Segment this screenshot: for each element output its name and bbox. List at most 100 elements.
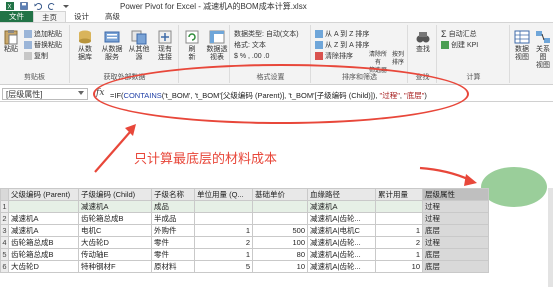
column-header-lineage[interactable]: 血缘路径 bbox=[307, 188, 376, 201]
cell-unit-qty[interactable] bbox=[194, 212, 253, 225]
cell-parent[interactable]: 齿轮箱总成B bbox=[8, 248, 79, 261]
column-header-level[interactable]: 层级属性 bbox=[422, 188, 489, 201]
cell-lineage[interactable]: 减速机A|齿轮... bbox=[307, 236, 376, 249]
cell-child[interactable]: 特种钢材F bbox=[78, 260, 152, 273]
tab-home[interactable]: 主页 bbox=[33, 11, 66, 22]
cell-child[interactable]: 大齿轮D bbox=[78, 236, 152, 249]
cell-unit-qty[interactable] bbox=[194, 200, 253, 213]
autosum-button[interactable]: Σ 自动汇总 bbox=[441, 29, 477, 39]
data-view-button[interactable]: 数据 视图 bbox=[512, 29, 532, 62]
column-header-cumulative-qty[interactable]: 累计用量 bbox=[375, 188, 423, 201]
sort-desc-icon bbox=[315, 41, 323, 49]
existing-connections-button[interactable]: 现有 连接 bbox=[153, 29, 177, 62]
column-header-unit-price[interactable]: 基础单价 bbox=[252, 188, 308, 201]
cell-child-name[interactable]: 半成品 bbox=[151, 212, 195, 225]
vertical-scrollbar[interactable] bbox=[548, 188, 553, 287]
cell-child-name[interactable]: 零件 bbox=[151, 248, 195, 261]
cell-child[interactable]: 传动轴E bbox=[78, 248, 152, 261]
cell-parent[interactable]: 大齿轮D bbox=[8, 260, 79, 273]
cell-cumulative-qty[interactable]: 1 bbox=[375, 248, 423, 261]
cell-cumulative-qty[interactable]: 10 bbox=[375, 260, 423, 273]
column-header-child[interactable]: 子级编码 (Child) bbox=[78, 188, 152, 201]
cell-child[interactable]: 电机C bbox=[78, 224, 152, 237]
name-box[interactable]: [层级属性] bbox=[2, 88, 88, 100]
cell-parent[interactable]: 减速机A bbox=[8, 224, 79, 237]
sort-by-column-button[interactable]: 按列 排序 bbox=[388, 51, 408, 67]
save-icon[interactable] bbox=[20, 2, 28, 10]
cell-unit-price[interactable]: 80 bbox=[252, 248, 308, 261]
from-other-button[interactable]: 从其他 源 bbox=[126, 29, 152, 62]
cell-unit-qty[interactable]: 1 bbox=[194, 224, 253, 237]
undo-icon[interactable] bbox=[34, 2, 42, 10]
cell-cumulative-qty[interactable]: 2 bbox=[375, 236, 423, 249]
cell-level[interactable]: 过程 bbox=[422, 200, 489, 213]
cell-parent[interactable]: 齿轮箱总成B bbox=[8, 236, 79, 249]
cell-level[interactable]: 过程 bbox=[422, 212, 489, 225]
row-number[interactable]: 1 bbox=[0, 200, 9, 213]
row-number[interactable]: 5 bbox=[0, 248, 9, 261]
paste-replace-button[interactable]: 替换粘贴 bbox=[24, 40, 62, 50]
data-type-label: 数据类型: 自动(文本) bbox=[234, 31, 299, 38]
copy-button[interactable]: 复制 bbox=[24, 51, 48, 61]
cell-lineage[interactable]: 减速机A|齿轮... bbox=[307, 248, 376, 261]
cell-lineage[interactable]: 减速机A|齿轮... bbox=[307, 212, 376, 225]
table-corner[interactable] bbox=[0, 188, 9, 201]
cell-unit-price[interactable]: 100 bbox=[252, 236, 308, 249]
cell-level[interactable]: 底层 bbox=[422, 260, 489, 273]
customize-toolbar-icon[interactable] bbox=[62, 2, 70, 10]
cell-parent[interactable]: 减速机A bbox=[8, 212, 79, 225]
from-database-label: 从数 据库 bbox=[78, 46, 92, 61]
tab-design[interactable]: 设计 bbox=[66, 11, 97, 22]
create-kpi-button[interactable]: 创建 KPI bbox=[441, 40, 478, 50]
cell-unit-qty[interactable]: 1 bbox=[194, 248, 253, 261]
number-format-buttons[interactable]: $ % , .00 .0 bbox=[234, 51, 269, 61]
row-number[interactable]: 4 bbox=[0, 236, 9, 249]
row-number[interactable]: 2 bbox=[0, 212, 9, 225]
find-button[interactable]: 查找 bbox=[412, 29, 434, 54]
paste-append-button[interactable]: 追加粘贴 bbox=[24, 29, 62, 39]
cell-unit-qty[interactable]: 2 bbox=[194, 236, 253, 249]
excel-logo-icon: X bbox=[6, 2, 14, 10]
sort-asc-button[interactable]: 从 A 到 Z 排序 bbox=[315, 29, 369, 39]
cell-child[interactable]: 减速机A bbox=[78, 200, 152, 213]
row-number[interactable]: 6 bbox=[0, 260, 9, 273]
cell-unit-price[interactable]: 500 bbox=[252, 224, 308, 237]
cell-child-name[interactable]: 外购件 bbox=[151, 224, 195, 237]
sort-desc-button[interactable]: 从 Z 到 A 排序 bbox=[315, 40, 369, 50]
paste-button[interactable]: 粘贴 bbox=[3, 29, 19, 54]
name-box-dropdown-icon[interactable] bbox=[78, 91, 84, 95]
redo-icon[interactable] bbox=[48, 2, 56, 10]
cell-level[interactable]: 过程 bbox=[422, 236, 489, 249]
pivot-table-button[interactable]: 数据透 视表 bbox=[204, 29, 230, 62]
from-service-button[interactable]: 从数据 服务 bbox=[99, 29, 125, 62]
cell-child-name[interactable]: 原材料 bbox=[151, 260, 195, 273]
cell-child[interactable]: 齿轮箱总成B bbox=[78, 212, 152, 225]
cell-level[interactable]: 底层 bbox=[422, 224, 489, 237]
cell-lineage[interactable]: 减速机A|电机C bbox=[307, 224, 376, 237]
tab-file[interactable]: 文件 bbox=[0, 11, 33, 22]
cell-lineage[interactable]: 减速机A|齿轮... bbox=[307, 260, 376, 273]
column-header-parent[interactable]: 父级编码 (Parent) bbox=[8, 188, 79, 201]
cell-unit-price[interactable] bbox=[252, 200, 308, 213]
column-header-child-name[interactable]: 子级名称 bbox=[151, 188, 195, 201]
cell-unit-price[interactable]: 10 bbox=[252, 260, 308, 273]
column-header-unit-qty[interactable]: 单位用量 (Q... bbox=[194, 188, 253, 201]
tab-advanced[interactable]: 高级 bbox=[97, 11, 128, 22]
cell-cumulative-qty[interactable]: 1 bbox=[375, 224, 423, 237]
diagram-view-button[interactable]: 关系图 视图 bbox=[533, 29, 553, 70]
row-number[interactable]: 3 bbox=[0, 224, 9, 237]
format-dropdown[interactable]: 格式: 文本 bbox=[234, 40, 266, 50]
cell-cumulative-qty[interactable] bbox=[375, 212, 423, 225]
refresh-button[interactable]: 刷 新 bbox=[182, 29, 202, 62]
cell-child-name[interactable]: 成品 bbox=[151, 200, 195, 213]
cell-unit-qty[interactable]: 5 bbox=[194, 260, 253, 273]
clear-sort-button[interactable]: 清除排序 bbox=[315, 51, 353, 61]
from-database-button[interactable]: 从数 据库 bbox=[73, 29, 97, 62]
cell-unit-price[interactable] bbox=[252, 212, 308, 225]
cell-lineage[interactable]: 减速机A bbox=[307, 200, 376, 213]
cell-child-name[interactable]: 零件 bbox=[151, 236, 195, 249]
cell-level[interactable]: 底层 bbox=[422, 248, 489, 261]
data-type-dropdown[interactable]: 数据类型: 自动(文本) bbox=[234, 29, 299, 39]
cell-parent[interactable] bbox=[8, 200, 79, 213]
cell-cumulative-qty[interactable] bbox=[375, 200, 423, 213]
